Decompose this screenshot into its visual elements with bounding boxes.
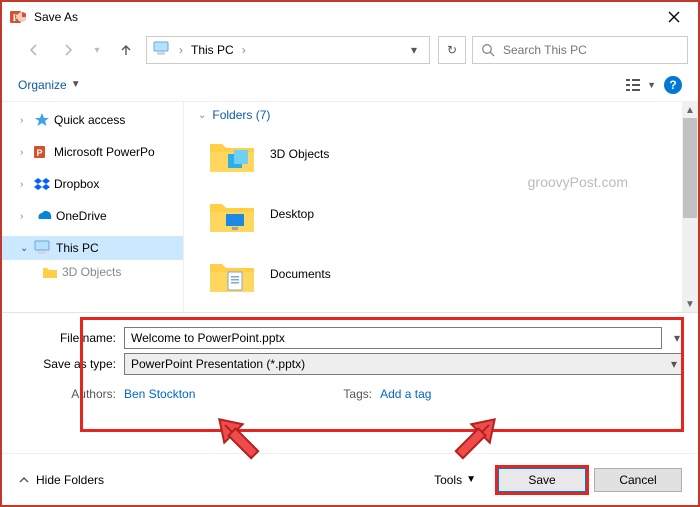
tools-menu[interactable]: Tools ▼ (434, 473, 476, 487)
cancel-label: Cancel (619, 473, 656, 487)
savetype-label: Save as type: (16, 357, 116, 371)
search-input[interactable] (501, 42, 679, 58)
tree-this-pc[interactable]: ⌄ This PC (2, 236, 183, 260)
view-options-button[interactable]: ▼ (626, 74, 656, 96)
chevron-right-icon: › (20, 211, 30, 222)
folder-desktop[interactable]: Desktop (194, 184, 698, 244)
filename-label: File name: (16, 331, 116, 345)
back-button[interactable] (20, 36, 48, 64)
dropbox-icon (34, 176, 50, 192)
chevron-down-icon: ⌄ (20, 243, 30, 254)
tags-value[interactable]: Add a tag (380, 387, 431, 401)
chevron-right-icon: › (20, 115, 30, 126)
chevron-up-icon (18, 474, 30, 486)
folder-icon (208, 254, 256, 294)
breadcrumb-separator-icon: › (179, 43, 183, 57)
tree-3d-objects[interactable]: 3D Objects (2, 260, 183, 284)
powerpoint-app-icon: P (10, 9, 26, 25)
chevron-down-icon: ▾ (94, 45, 99, 56)
scroll-down-icon: ▼ (682, 296, 698, 312)
tree-powerpoint[interactable]: › P Microsoft PowerPo (2, 140, 183, 164)
folders-group-header[interactable]: ⌄ Folders (7) (194, 102, 698, 124)
authors-value[interactable]: Ben Stockton (124, 387, 195, 401)
tree-label: Quick access (54, 113, 125, 127)
filename-input[interactable] (124, 327, 662, 349)
close-button[interactable] (654, 3, 694, 31)
arrow-left-icon (26, 42, 42, 58)
this-pc-icon (153, 41, 171, 59)
tree-quick-access[interactable]: › Quick access (2, 108, 183, 132)
savetype-value: PowerPoint Presentation (*.pptx) (131, 357, 305, 371)
search-box[interactable] (472, 36, 688, 64)
tree-label: This PC (56, 241, 99, 255)
filename-dropdown[interactable]: ▾ (670, 331, 684, 345)
toolbar: Organize ▼ ▼ ? (2, 68, 698, 102)
help-icon: ? (669, 78, 676, 92)
chevron-right-icon: › (20, 147, 30, 158)
chevron-down-icon: ⌄ (198, 110, 206, 121)
address-dropdown[interactable]: ▾ (405, 43, 423, 57)
chevron-down-icon: ▼ (466, 474, 476, 485)
up-button[interactable] (112, 36, 140, 64)
tree-label: Dropbox (54, 177, 99, 191)
tags-label: Tags: (343, 387, 372, 401)
tree-label: OneDrive (56, 209, 107, 223)
navigation-tree: › Quick access › P Microsoft PowerPo › D… (2, 102, 184, 312)
save-button[interactable]: Save (498, 468, 586, 492)
onedrive-icon (34, 209, 52, 223)
powerpoint-icon: P (34, 144, 50, 160)
breadcrumb-this-pc[interactable]: This PC (191, 43, 234, 57)
watermark: groovyPost.com (528, 174, 628, 190)
scroll-up-icon: ▲ (682, 102, 698, 118)
arrow-up-icon (118, 42, 134, 58)
hide-folders-button[interactable]: Hide Folders (18, 473, 104, 487)
savetype-select[interactable]: PowerPoint Presentation (*.pptx) ▾ (124, 353, 684, 375)
save-label: Save (528, 473, 555, 487)
tree-label: 3D Objects (62, 265, 121, 279)
content-pane: ⌄ Folders (7) 3D Objects Desktop Documen… (184, 102, 698, 312)
chevron-right-icon: › (20, 179, 30, 190)
folder-label: Desktop (270, 207, 314, 221)
arrow-right-icon (60, 42, 76, 58)
recent-locations-button[interactable]: ▾ (88, 36, 106, 64)
footer: Hide Folders Tools ▼ Save Cancel (2, 453, 698, 505)
save-fields: File name: ▾ Save as type: PowerPoint Pr… (2, 312, 698, 411)
folder-icon (208, 134, 256, 174)
folder-documents[interactable]: Documents (194, 244, 698, 304)
tree-onedrive[interactable]: › OneDrive (2, 204, 183, 228)
scrollbar-vertical[interactable]: ▲ ▼ (682, 102, 698, 312)
address-bar[interactable]: › This PC › ▾ (146, 36, 430, 64)
breadcrumb-separator-icon: › (242, 43, 246, 57)
nav-row: ▾ › This PC › ▾ ↻ (2, 32, 698, 68)
chevron-down-icon: ▾ (671, 357, 677, 371)
view-options-icon (626, 78, 645, 92)
tree-label: Microsoft PowerPo (54, 145, 155, 159)
close-icon (668, 11, 680, 23)
body-split: › Quick access › P Microsoft PowerPo › D… (2, 102, 698, 312)
chevron-down-icon: ▼ (647, 80, 656, 90)
help-button[interactable]: ? (664, 76, 682, 94)
refresh-icon: ↻ (447, 43, 457, 57)
hide-folders-label: Hide Folders (36, 473, 104, 487)
refresh-button[interactable]: ↻ (438, 36, 466, 64)
organize-label: Organize (18, 78, 67, 92)
search-icon (481, 43, 495, 57)
svg-text:P: P (36, 148, 42, 158)
title-bar: P Save As (2, 2, 698, 32)
folder-label: Documents (270, 267, 331, 281)
folder-icon (42, 264, 58, 280)
forward-button[interactable] (54, 36, 82, 64)
tree-dropbox[interactable]: › Dropbox (2, 172, 183, 196)
this-pc-icon (34, 240, 52, 256)
window-title: Save As (34, 10, 78, 24)
tools-label: Tools (434, 473, 462, 487)
cancel-button[interactable]: Cancel (594, 468, 682, 492)
star-icon (34, 112, 50, 128)
folder-icon (208, 194, 256, 234)
chevron-down-icon: ▼ (71, 79, 81, 90)
folders-header-label: Folders (7) (212, 108, 270, 122)
organize-menu[interactable]: Organize ▼ (18, 78, 81, 92)
authors-label: Authors: (16, 387, 116, 401)
folder-label: 3D Objects (270, 147, 329, 161)
